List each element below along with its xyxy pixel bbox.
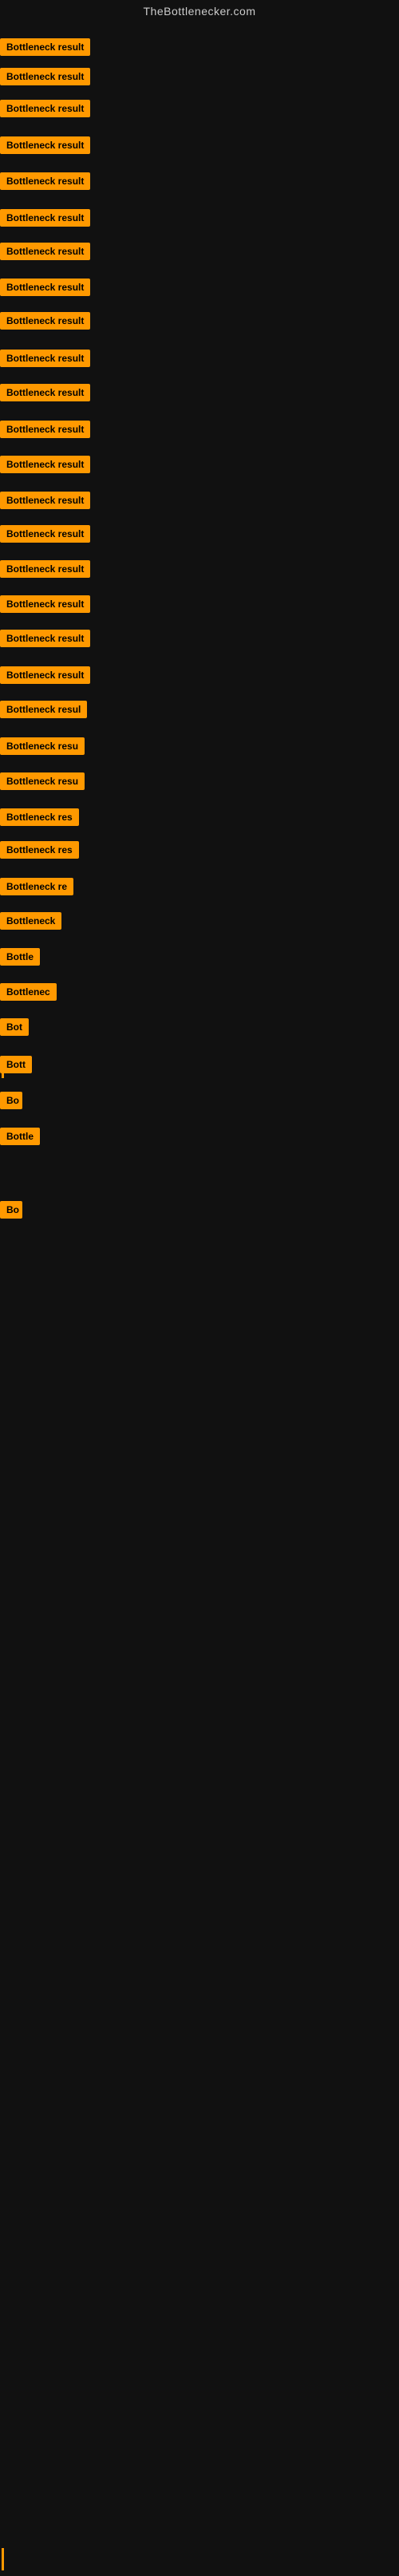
bottleneck-badge-24[interactable]: Bottleneck res — [0, 841, 79, 859]
marker-line-2 — [2, 2548, 4, 2570]
bottleneck-badge-30[interactable]: Bott — [0, 1056, 32, 1073]
badge-row-31: Bo — [0, 1092, 22, 1113]
badge-row-29: Bot — [0, 1018, 29, 1040]
site-title: TheBottlenecker.com — [0, 0, 399, 22]
bottleneck-badge-16[interactable]: Bottleneck result — [0, 560, 90, 578]
bottleneck-badge-10[interactable]: Bottleneck result — [0, 350, 90, 367]
bottleneck-badge-17[interactable]: Bottleneck result — [0, 595, 90, 613]
badge-row-14: Bottleneck result — [0, 492, 90, 513]
badge-row-24: Bottleneck res — [0, 841, 79, 863]
badge-row-17: Bottleneck result — [0, 595, 90, 617]
bottleneck-badge-22[interactable]: Bottleneck resu — [0, 772, 85, 790]
bottleneck-badge-27[interactable]: Bottle — [0, 948, 40, 966]
badge-row-32: Bottle — [0, 1128, 40, 1149]
badge-row-16: Bottleneck result — [0, 560, 90, 582]
badge-row-1: Bottleneck result — [0, 38, 90, 60]
bottleneck-badge-5[interactable]: Bottleneck result — [0, 172, 90, 190]
badge-row-25: Bottleneck re — [0, 878, 73, 899]
bottleneck-badge-11[interactable]: Bottleneck result — [0, 384, 90, 401]
bottleneck-badge-23[interactable]: Bottleneck res — [0, 808, 79, 826]
badge-row-9: Bottleneck result — [0, 312, 90, 334]
bottleneck-badge-8[interactable]: Bottleneck result — [0, 279, 90, 296]
bottleneck-badge-34[interactable]: Bo — [0, 1201, 22, 1219]
bottleneck-badge-15[interactable]: Bottleneck result — [0, 525, 90, 543]
bottleneck-badge-19[interactable]: Bottleneck result — [0, 666, 90, 684]
bottleneck-badge-12[interactable]: Bottleneck result — [0, 421, 90, 438]
bottleneck-badge-32[interactable]: Bottle — [0, 1128, 40, 1145]
bottleneck-badge-6[interactable]: Bottleneck result — [0, 209, 90, 227]
bottleneck-badge-18[interactable]: Bottleneck result — [0, 630, 90, 647]
bottleneck-badge-21[interactable]: Bottleneck resu — [0, 737, 85, 755]
bottleneck-badge-13[interactable]: Bottleneck result — [0, 456, 90, 473]
badge-row-21: Bottleneck resu — [0, 737, 85, 759]
badge-row-5: Bottleneck result — [0, 172, 90, 194]
bottleneck-badge-2[interactable]: Bottleneck result — [0, 68, 90, 85]
bottleneck-badge-3[interactable]: Bottleneck result — [0, 100, 90, 117]
bottleneck-badge-9[interactable]: Bottleneck result — [0, 312, 90, 330]
badge-row-23: Bottleneck res — [0, 808, 79, 830]
badge-row-15: Bottleneck result — [0, 525, 90, 547]
badge-row-7: Bottleneck result — [0, 243, 90, 264]
badge-row-12: Bottleneck result — [0, 421, 90, 442]
badge-row-11: Bottleneck result — [0, 384, 90, 405]
bottleneck-badge-28[interactable]: Bottlenec — [0, 983, 57, 1001]
badge-row-18: Bottleneck result — [0, 630, 90, 651]
badge-row-19: Bottleneck result — [0, 666, 90, 688]
bottleneck-badge-14[interactable]: Bottleneck result — [0, 492, 90, 509]
badge-row-10: Bottleneck result — [0, 350, 90, 371]
bottleneck-badge-25[interactable]: Bottleneck re — [0, 878, 73, 895]
marker-line-1 — [2, 1056, 4, 1078]
bottleneck-badge-31[interactable]: Bo — [0, 1092, 22, 1109]
badge-row-26: Bottleneck — [0, 912, 61, 934]
badge-row-22: Bottleneck resu — [0, 772, 85, 794]
badge-row-6: Bottleneck result — [0, 209, 90, 231]
badge-row-20: Bottleneck resul — [0, 701, 87, 722]
bottleneck-badge-20[interactable]: Bottleneck resul — [0, 701, 87, 718]
bottleneck-badge-7[interactable]: Bottleneck result — [0, 243, 90, 260]
bottleneck-badge-29[interactable]: Bot — [0, 1018, 29, 1036]
badge-row-4: Bottleneck result — [0, 136, 90, 158]
badge-row-8: Bottleneck result — [0, 279, 90, 300]
badge-row-30: Bott — [0, 1056, 32, 1077]
badge-row-13: Bottleneck result — [0, 456, 90, 477]
bottleneck-badge-4[interactable]: Bottleneck result — [0, 136, 90, 154]
badge-row-27: Bottle — [0, 948, 40, 970]
bottleneck-badge-1[interactable]: Bottleneck result — [0, 38, 90, 56]
badge-row-3: Bottleneck result — [0, 100, 90, 121]
badge-row-34: Bo — [0, 1201, 22, 1223]
badge-row-28: Bottlenec — [0, 983, 57, 1005]
badge-row-2: Bottleneck result — [0, 68, 90, 89]
bottleneck-badge-26[interactable]: Bottleneck — [0, 912, 61, 930]
